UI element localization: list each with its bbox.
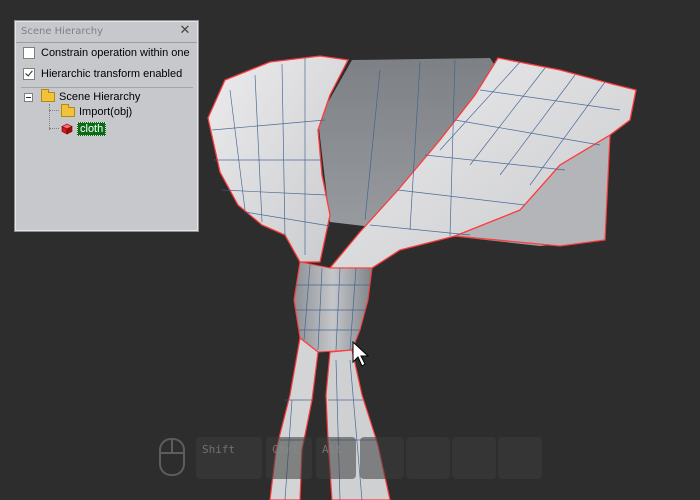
tree-connector <box>49 128 59 129</box>
panel-title: Scene Hierarchy <box>21 26 104 37</box>
tree-item-cloth[interactable]: cloth <box>61 122 107 136</box>
mesh-cube-icon <box>61 123 73 135</box>
panel-header[interactable]: Scene Hierarchy ✕ <box>16 22 197 43</box>
close-icon[interactable]: ✕ <box>178 24 192 38</box>
tree-connector <box>49 110 59 111</box>
tree-item-label: Scene Hierarchy <box>59 91 141 103</box>
constrain-operation-label: Constrain operation within one <box>41 47 190 59</box>
tree-item-label-selected: cloth <box>77 122 107 136</box>
key-alt: Alt <box>316 437 356 479</box>
key-blank <box>498 437 542 479</box>
key-blank <box>452 437 496 479</box>
constrain-operation-checkbox[interactable] <box>23 47 35 59</box>
hierarchic-transform-option[interactable]: Hierarchic transform enabled <box>23 66 217 82</box>
scene-tree: Scene Hierarchy Import(obj) cloth <box>21 87 193 226</box>
scene-hierarchy-panel: Scene Hierarchy ✕ Constrain operation wi… <box>14 20 199 232</box>
folder-icon <box>41 89 55 102</box>
key-ctrl: Ctrl <box>266 437 312 479</box>
constrain-operation-option[interactable]: Constrain operation within one <box>23 45 217 61</box>
hierarchic-transform-label: Hierarchic transform enabled <box>41 68 183 80</box>
tree-connector <box>49 104 50 130</box>
hierarchic-transform-checkbox[interactable] <box>23 68 35 80</box>
folder-icon <box>61 104 75 117</box>
collapse-icon[interactable] <box>24 92 33 102</box>
tree-item-label: Import(obj) <box>79 106 133 118</box>
mouse-icon <box>159 438 185 476</box>
key-blank <box>360 437 404 479</box>
tree-item-import-obj[interactable]: Import(obj) <box>61 104 133 119</box>
tree-item-scene-hierarchy[interactable]: Scene Hierarchy <box>24 89 141 104</box>
key-shift: Shift <box>196 437 262 479</box>
key-blank <box>406 437 450 479</box>
